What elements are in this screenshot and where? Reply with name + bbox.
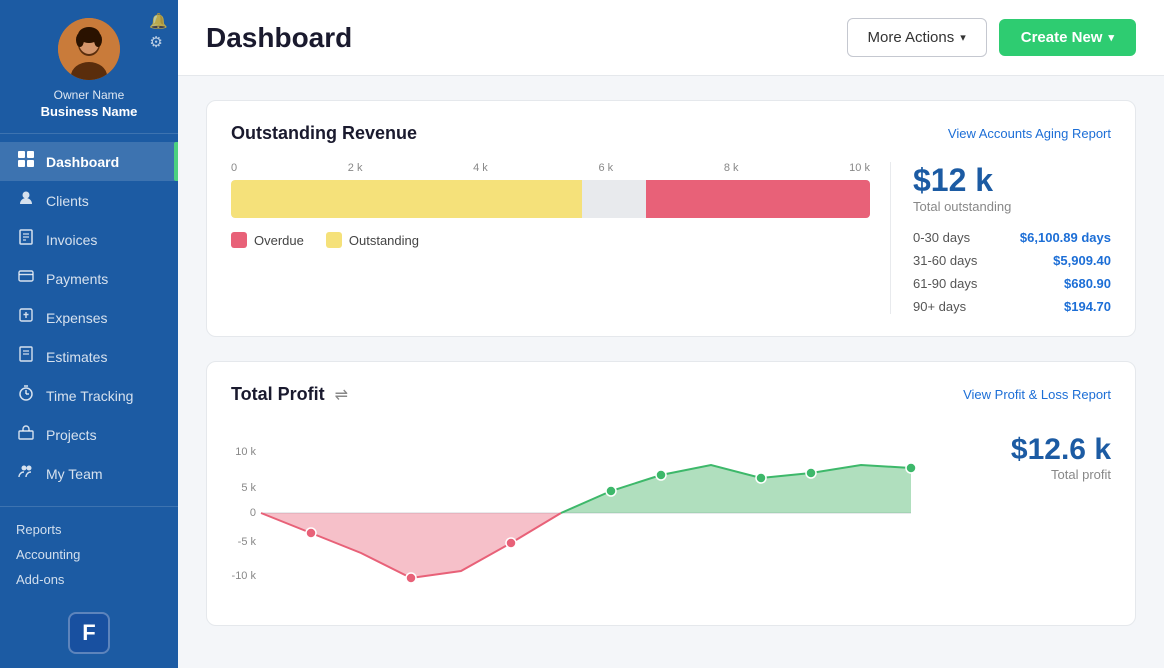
avatar[interactable] (58, 18, 120, 80)
aging-row-2: 61-90 days$680.90 (913, 276, 1111, 291)
bar-legend: Overdue Outstanding (231, 232, 870, 248)
business-name: Business Name (41, 104, 138, 119)
nav-list: Dashboard Clients Invoices Payments Expenses… (0, 134, 178, 506)
revenue-summary: $12 k Total outstanding 0-30 days$6,100.… (891, 162, 1111, 314)
sidebar-item-label: My Team (46, 466, 103, 482)
sidebar-item-label: Clients (46, 193, 89, 209)
svg-text:5 k: 5 k (241, 482, 256, 494)
clients-icon (16, 190, 36, 211)
sidebar-item-label: Projects (46, 427, 97, 443)
svg-text:-5 k: -5 k (238, 536, 257, 548)
dashboard-content: Outstanding Revenue View Accounts Aging … (178, 76, 1164, 668)
owner-name: Owner Name (54, 88, 125, 102)
sidebar-logo-section: F (0, 602, 178, 668)
sidebar-item-label: Estimates (46, 349, 107, 365)
overdue-color-swatch (231, 232, 247, 248)
expenses-icon (16, 307, 36, 328)
aging-rows: 0-30 days$6,100.89 days 31-60 days$5,909.… (913, 230, 1111, 314)
notification-icon[interactable]: 🔔 (149, 14, 168, 29)
total-profit-label: Total profit (1051, 467, 1111, 482)
total-profit-title: Total Profit (231, 384, 325, 405)
chevron-down-icon-create: ▾ (1108, 31, 1114, 44)
payments-icon (16, 268, 36, 289)
bar-outstanding (231, 180, 582, 218)
outstanding-color-swatch (326, 232, 342, 248)
aging-row-1: 31-60 days$5,909.40 (913, 253, 1111, 268)
my-team-icon (16, 463, 36, 484)
total-profit-card: Total Profit ⇌ View Profit & Loss Report… (206, 361, 1136, 626)
sidebar-bottom-add-ons[interactable]: Add-ons (16, 567, 162, 592)
header-actions: More Actions ▾ Create New ▾ (847, 18, 1136, 57)
profit-title-area: Total Profit ⇌ (231, 384, 348, 405)
outstanding-revenue-title: Outstanding Revenue (231, 123, 417, 144)
view-profit-loss-link[interactable]: View Profit & Loss Report (963, 387, 1111, 402)
svg-text:0: 0 (250, 507, 256, 519)
legend-overdue: Overdue (231, 232, 304, 248)
sidebar-item-label: Invoices (46, 232, 97, 248)
revenue-inner: 0 2 k 4 k 6 k 8 k 10 k Overd (231, 162, 1111, 314)
sidebar-item-label: Dashboard (46, 154, 119, 170)
sidebar-item-label: Payments (46, 271, 108, 287)
sidebar-item-expenses[interactable]: Expenses (0, 298, 178, 337)
sidebar-item-my-team[interactable]: My Team (0, 454, 178, 493)
sidebar: 🔔 ⚙ Owner Name Business Name (0, 0, 178, 668)
total-profit-header: Total Profit ⇌ View Profit & Loss Report (231, 384, 1111, 405)
sidebar-item-invoices[interactable]: Invoices (0, 220, 178, 259)
create-new-button[interactable]: Create New ▾ (999, 19, 1136, 56)
sidebar-bottom-accounting[interactable]: Accounting (16, 542, 162, 567)
more-actions-button[interactable]: More Actions ▾ (847, 18, 987, 57)
legend-outstanding: Outstanding (326, 232, 419, 248)
profit-inner: 10 k 5 k 0 -5 k -10 k (231, 423, 1111, 603)
create-new-label: Create New (1021, 29, 1103, 46)
sidebar-bottom-reports[interactable]: Reports (16, 517, 162, 542)
total-outstanding-label: Total outstanding (913, 199, 1111, 214)
sidebar-bottom-links: ReportsAccountingAdd-ons (0, 506, 178, 602)
overdue-label: Overdue (254, 233, 304, 248)
sidebar-item-time-tracking[interactable]: Time Tracking (0, 376, 178, 415)
sidebar-top-icons: 🔔 ⚙ (149, 14, 168, 50)
bar-chart-area: 0 2 k 4 k 6 k 8 k 10 k Overd (231, 162, 891, 314)
bar-axis-labels: 0 2 k 4 k 6 k 8 k 10 k (231, 162, 870, 174)
freshbooks-logo: F (68, 612, 110, 654)
more-actions-label: More Actions (868, 29, 955, 46)
sidebar-item-projects[interactable]: Projects (0, 415, 178, 454)
total-outstanding-amount: $12 k (913, 162, 1111, 199)
projects-icon (16, 424, 36, 445)
avatar-image (58, 18, 120, 80)
page-title: Dashboard (206, 22, 352, 54)
invoices-icon (16, 229, 36, 250)
bar-overdue (646, 180, 870, 218)
bar-track (231, 180, 870, 218)
view-accounts-aging-link[interactable]: View Accounts Aging Report (948, 126, 1111, 141)
settings-icon[interactable]: ⚙ (149, 35, 168, 50)
sidebar-item-clients[interactable]: Clients (0, 181, 178, 220)
sidebar-item-label: Time Tracking (46, 388, 133, 404)
sidebar-item-payments[interactable]: Payments (0, 259, 178, 298)
estimates-icon (16, 346, 36, 367)
profit-summary: $12.6 k Total profit (931, 423, 1111, 603)
outstanding-revenue-header: Outstanding Revenue View Accounts Aging … (231, 123, 1111, 144)
profit-svg-chart: 10 k 5 k 0 -5 k -10 k (231, 423, 931, 603)
dashboard-icon (16, 151, 36, 172)
page-header: Dashboard More Actions ▾ Create New ▾ (178, 0, 1164, 76)
sidebar-item-dashboard[interactable]: Dashboard (0, 142, 178, 181)
sidebar-item-estimates[interactable]: Estimates (0, 337, 178, 376)
sidebar-item-label: Expenses (46, 310, 107, 326)
chevron-down-icon: ▾ (960, 31, 966, 44)
aging-row-0: 0-30 days$6,100.89 days (913, 230, 1111, 245)
aging-row-3: 90+ days$194.70 (913, 299, 1111, 314)
total-profit-amount: $12.6 k (1011, 433, 1111, 467)
svg-text:10 k: 10 k (235, 446, 256, 458)
svg-text:-10 k: -10 k (232, 570, 257, 582)
sidebar-user-section: 🔔 ⚙ Owner Name Business Name (0, 0, 178, 134)
profit-chart-area: 10 k 5 k 0 -5 k -10 k (231, 423, 931, 603)
outstanding-revenue-card: Outstanding Revenue View Accounts Aging … (206, 100, 1136, 337)
time-tracking-icon (16, 385, 36, 406)
filter-icon[interactable]: ⇌ (335, 385, 348, 405)
outstanding-label: Outstanding (349, 233, 419, 248)
main-content: Dashboard More Actions ▾ Create New ▾ Ou… (178, 0, 1164, 668)
